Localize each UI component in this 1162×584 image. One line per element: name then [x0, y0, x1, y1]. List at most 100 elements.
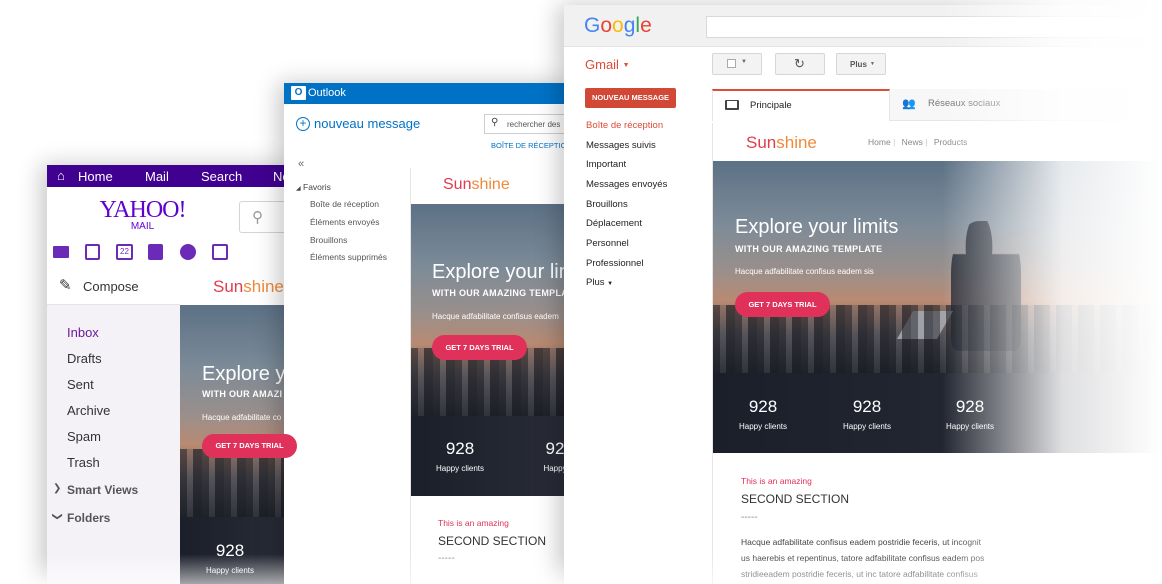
yahoo-nav-home[interactable]: Home: [78, 169, 113, 184]
chevron-down-icon[interactable]: ❯: [52, 512, 63, 520]
gmail-top-bar: Google: [564, 5, 1162, 47]
inbox-tab[interactable]: BOÎTE DE RÉCEPTION: [491, 141, 572, 150]
gmail-more-labels[interactable]: Plus ▼: [586, 277, 613, 288]
calendar-icon[interactable]: 22: [116, 244, 133, 260]
yahoo-folder-inbox[interactable]: Inbox: [67, 325, 99, 340]
section-divider: -----: [741, 512, 758, 523]
yahoo-folder-trash[interactable]: Trash: [67, 455, 100, 470]
outlook-title-bar: O Outlook: [284, 83, 574, 104]
section-title: SECOND SECTION: [438, 534, 547, 548]
gmail-label-sent[interactable]: Messages envoyés: [586, 179, 667, 190]
notepad-icon[interactable]: [148, 244, 163, 260]
gmail-label: Gmail: [585, 57, 619, 72]
people-icon: 👥: [902, 98, 916, 110]
newsfeed-icon[interactable]: [212, 244, 228, 260]
section-kicker: This is an amazing: [438, 518, 509, 528]
yahoo-nav-search[interactable]: Search: [201, 169, 242, 184]
yahoo-folder-spam[interactable]: Spam: [67, 429, 101, 444]
yahoo-folder-drafts[interactable]: Drafts: [67, 351, 102, 366]
email-stats-bar: 928 Happy clients 928 Happy clients 928 …: [713, 373, 1162, 453]
gmail-email-preview: Sunshine Home | News | Products Explore …: [712, 123, 1162, 584]
hero-subtitle: WITH OUR AMAZING TEMPLAT: [432, 288, 574, 298]
email-hero-image: Explore your limits WITH OUR AMAZING TEM…: [713, 161, 1162, 373]
favorites-header[interactable]: ◢ Favoris: [296, 182, 331, 192]
outlook-window: O Outlook + nouveau message ⚲ rechercher…: [284, 83, 574, 584]
trial-button[interactable]: GET 7 DAYS TRIAL: [202, 434, 297, 458]
yahoo-email-preview: Sunshine Explore yo WITH OUR AMAZI Hacqu…: [180, 269, 297, 584]
email-brand-logo: Sunshine: [213, 277, 284, 296]
hero-title: Explore yo: [202, 363, 297, 385]
yahoo-folder-sent[interactable]: Sent: [67, 377, 94, 392]
hero-text: Hacque adfabilitate co: [202, 413, 282, 422]
outlook-logo-icon: O: [291, 86, 306, 100]
tab-primary[interactable]: Principale: [712, 89, 890, 121]
email-nav-products[interactable]: Products: [934, 137, 968, 147]
mail-icon[interactable]: [53, 246, 69, 258]
yahoo-compose-button[interactable]: ✎ Compose: [47, 269, 180, 305]
compose-button[interactable]: NOUVEAU MESSAGE: [585, 88, 676, 108]
gmail-label-travel[interactable]: Déplacement: [586, 218, 642, 229]
messenger-icon[interactable]: [180, 244, 196, 260]
outlook-search-box[interactable]: ⚲ rechercher des: [484, 114, 574, 134]
select-checkbox-button[interactable]: ▼: [712, 53, 762, 75]
outlook-folder-deleted[interactable]: Éléments supprimés: [310, 252, 387, 262]
yahoo-smart-views[interactable]: Smart Views: [67, 483, 138, 497]
refresh-icon: ↻: [794, 56, 805, 71]
pencil-icon: ✎: [59, 277, 72, 294]
gmail-label-starred[interactable]: Messages suivis: [586, 140, 656, 151]
yahoo-nav-mail[interactable]: Mail: [145, 169, 169, 184]
hero-title: Explore your lim: [432, 261, 574, 283]
hero-title: Explore your limits: [735, 216, 899, 238]
caret-down-icon: ▼: [607, 281, 614, 287]
hero-text: Hacque adfabilitate confisus eadem: [432, 312, 559, 321]
stat-item: 928 Happy clients: [738, 397, 788, 431]
collapse-pane-button[interactable]: «: [298, 158, 304, 170]
gmail-search-input[interactable]: [706, 16, 1162, 38]
gmail-label-personal[interactable]: Personnel: [586, 238, 629, 249]
email-nav-news[interactable]: News: [902, 137, 923, 147]
yahoo-folder-archive[interactable]: Archive: [67, 403, 110, 418]
gmail-label-important[interactable]: Important: [586, 159, 626, 170]
gmail-window: Google Gmail ▼ ▼ ↻ Plus ▼ NOUVEAU MESSAG…: [564, 5, 1162, 584]
trial-button[interactable]: GET 7 DAYS TRIAL: [735, 292, 830, 317]
gmail-app-switcher[interactable]: Gmail ▼: [585, 57, 630, 72]
email-hero-image: Explore yo WITH OUR AMAZI Hacque adfabil…: [180, 305, 297, 517]
search-icon: ⚲: [252, 209, 263, 226]
section-body-line: Hacque adfabilitate confisus eadem postr…: [741, 537, 982, 547]
trial-button[interactable]: GET 7 DAYS TRIAL: [432, 335, 527, 360]
new-message-label: nouveau message: [314, 116, 421, 131]
email-nav-home[interactable]: Home: [868, 137, 891, 147]
tab-social[interactable]: 👥 Réseaux sociaux: [890, 89, 1162, 121]
email-stats-bar: 928 Happy clients 92 Happy: [411, 416, 574, 496]
outlook-folder-drafts[interactable]: Brouillons: [310, 235, 347, 245]
refresh-button[interactable]: ↻: [775, 53, 825, 75]
more-actions-button[interactable]: Plus ▼: [836, 53, 886, 75]
caret-down-icon: ▼: [870, 61, 875, 67]
contacts-icon[interactable]: [85, 244, 100, 260]
google-logo[interactable]: Google: [584, 14, 652, 38]
inbox-tray-icon: [725, 100, 739, 110]
yahoo-top-nav: ⌂ Home Mail Search Ne: [47, 165, 297, 187]
email-brand-logo: Sunshine: [443, 176, 510, 193]
outlook-folder-inbox[interactable]: Boîte de réception: [310, 199, 379, 209]
outlook-folder-sent[interactable]: Éléments envoyés: [310, 217, 379, 227]
stat-item: 928 Happy clients: [945, 397, 995, 431]
hero-subtitle: WITH OUR AMAZI: [202, 389, 283, 399]
chevron-right-icon[interactable]: ❯: [53, 483, 61, 494]
gmail-label-inbox[interactable]: Boîte de réception: [586, 120, 663, 131]
yahoo-folders-section[interactable]: Folders: [67, 511, 110, 525]
email-hero-image: Explore your lim WITH OUR AMAZING TEMPLA…: [411, 204, 574, 416]
search-icon: ⚲: [491, 117, 499, 128]
tab-social-label: Réseaux sociaux: [928, 98, 1001, 109]
home-icon[interactable]: ⌂: [57, 168, 65, 183]
gmail-label-work[interactable]: Professionnel: [586, 258, 644, 269]
stat-item: 928 Happy clients: [842, 397, 892, 431]
more-label: Plus: [850, 60, 867, 69]
section-body-line: us haerebis et repentinus, tatore adfabi…: [741, 553, 985, 563]
section-kicker: This is an amazing: [741, 476, 812, 486]
yahoo-mail-logo[interactable]: YAHOO! MAIL: [95, 197, 190, 232]
gmail-label-drafts[interactable]: Brouillons: [586, 199, 628, 210]
section-title: SECOND SECTION: [741, 492, 850, 506]
plus-circle-icon: +: [296, 117, 310, 131]
search-placeholder: rechercher des: [507, 120, 561, 129]
